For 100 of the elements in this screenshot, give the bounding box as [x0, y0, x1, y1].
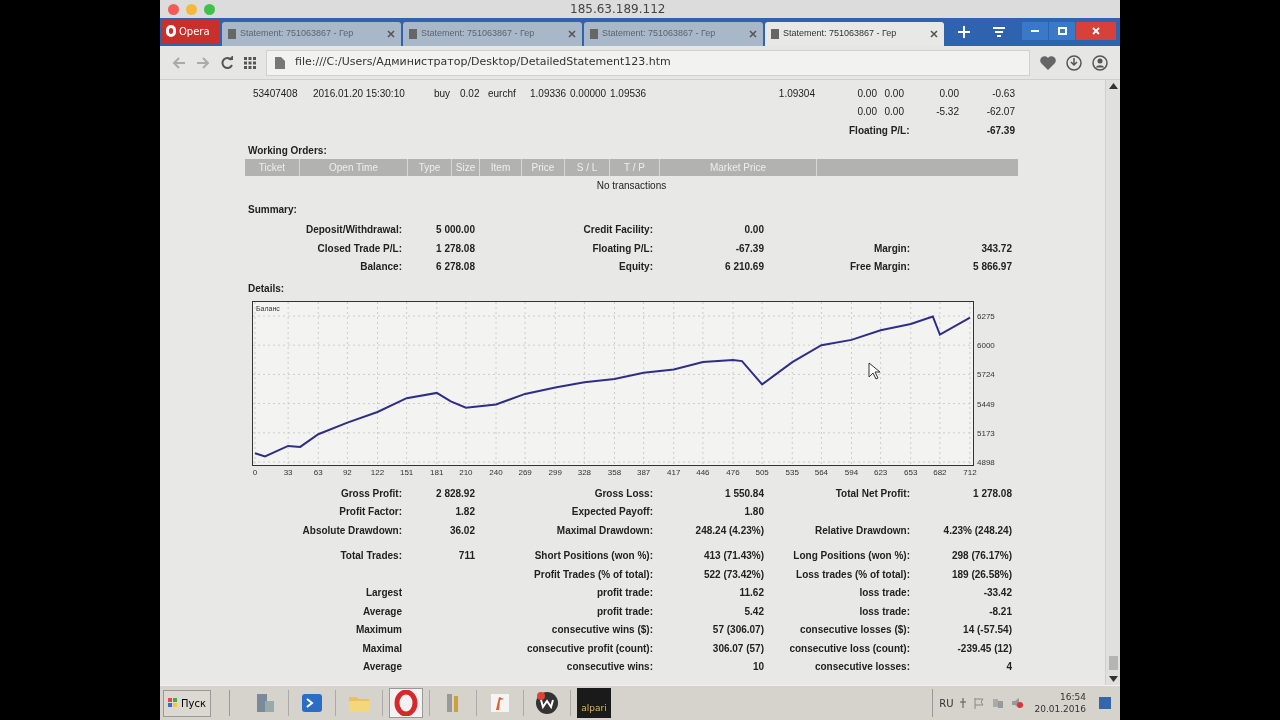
- tab-title: Statement: 751063867 - Гер: [602, 27, 717, 41]
- grid-icon[interactable]: [244, 56, 256, 69]
- field-label: Deposit/Withdrawal:: [305, 224, 402, 236]
- field-value: 1.82: [455, 506, 475, 518]
- field-label: Profit Factor:: [339, 506, 402, 518]
- field-label: consecutive losses ($):: [799, 624, 910, 636]
- scroll-up-icon[interactable]: [1108, 83, 1118, 89]
- back-icon[interactable]: [172, 56, 186, 69]
- address-field[interactable]: file:///C:/Users/Администратор/Desktop/DetailedStatement123.htm: [266, 49, 1030, 76]
- close-icon[interactable]: [568, 30, 576, 38]
- field-value: -33.42: [983, 587, 1012, 599]
- axis-tick-label: 682: [933, 468, 947, 477]
- axis-tick-label: 653: [904, 468, 918, 477]
- axis-tick-label: 505: [755, 468, 769, 477]
- tab-menu-icon[interactable]: [993, 27, 1005, 37]
- axis-tick-label: 564: [814, 468, 829, 477]
- browser-tab[interactable]: Statement: 751063867 - Гер: [765, 22, 944, 46]
- tray-icon[interactable]: [960, 698, 967, 708]
- field-label: Margin:: [873, 242, 910, 254]
- start-button[interactable]: Пуск: [163, 689, 211, 717]
- scroll-down-icon[interactable]: [1108, 676, 1118, 682]
- axis-tick-label: 6000: [977, 341, 995, 351]
- field-value: 306.07 (57): [712, 642, 764, 654]
- field-value: 2 828.92: [436, 487, 475, 499]
- address-text: file:///C:/Users/Администратор/Desktop/DetailedStatement123.htm: [295, 54, 671, 71]
- axis-tick-label: 446: [696, 468, 710, 477]
- field-value: -8.21: [989, 605, 1012, 617]
- field-label: profit trade:: [596, 587, 653, 599]
- reload-icon[interactable]: [220, 55, 234, 70]
- table-cell-text: 2016.01.20 15:30:10: [312, 87, 405, 99]
- field-value: 36.02: [449, 524, 475, 536]
- language-indicator[interactable]: RU: [939, 695, 954, 711]
- field-label: Floating P/L:: [592, 242, 653, 254]
- field-label: Short Positions (won %):: [534, 550, 653, 562]
- flag-icon[interactable]: [973, 697, 986, 709]
- scrollbar[interactable]: [1105, 80, 1120, 685]
- close-icon[interactable]: [749, 30, 757, 38]
- close-light-icon[interactable]: [168, 3, 179, 15]
- account-icon[interactable]: [1092, 54, 1108, 71]
- axis-tick-label: 387: [636, 468, 651, 477]
- axis-tick-label: 535: [785, 468, 799, 477]
- table-cell: 0.00: [884, 106, 904, 118]
- axis-tick-label: 210: [459, 468, 473, 477]
- field-value: 1 278.08: [973, 487, 1012, 499]
- axis-tick-label: 417: [667, 468, 681, 477]
- field-label: profit trade:: [596, 605, 653, 617]
- opera-logo-icon: [166, 25, 176, 37]
- tab-title: Statement: 751063867 - Гер: [421, 27, 536, 41]
- scroll-thumb[interactable]: [1108, 656, 1118, 670]
- field-label: consecutive loss (count):: [789, 642, 910, 654]
- page-icon: [771, 29, 779, 39]
- floating-value: -67.39: [986, 124, 1015, 136]
- close-icon: [1092, 27, 1100, 35]
- table-cell-text: eurchf: [487, 87, 516, 99]
- axis-tick-label: 328: [577, 468, 592, 477]
- field-label: Closed Trade P/L:: [317, 242, 402, 254]
- tab-title: Statement: 751063867 - Гер: [783, 27, 898, 41]
- opera-menu-button[interactable]: Opera: [162, 19, 220, 43]
- field-label: Maximal: [362, 642, 402, 654]
- axis-tick-label: 623: [873, 468, 888, 477]
- floating-label: Floating P/L:: [849, 124, 910, 136]
- table-cell: 0.00: [857, 87, 877, 99]
- field-label: Maximal Drawdown:: [556, 524, 653, 536]
- table-cell: 0.00: [857, 106, 877, 118]
- close-button[interactable]: [1076, 22, 1116, 40]
- axis-tick-label: 358: [607, 468, 622, 477]
- field-label: consecutive profit (count):: [526, 642, 653, 654]
- table-cell-text: 53407408: [252, 87, 298, 99]
- field-value: -239.45 (12): [957, 642, 1012, 654]
- browser-o-icon: [393, 690, 419, 716]
- heart-icon[interactable]: [1040, 55, 1056, 70]
- axis-tick-label: 5724: [977, 370, 995, 380]
- field-value: 5.42: [744, 605, 764, 617]
- close-icon[interactable]: [930, 30, 938, 38]
- download-icon[interactable]: [1066, 54, 1082, 71]
- w-app-icon: [534, 690, 560, 716]
- field-value: 5 866.97: [973, 261, 1012, 273]
- taskbar-app-button[interactable]: alpari: [577, 688, 611, 718]
- axis-tick-label: 5449: [977, 399, 995, 409]
- field-label: Gross Profit:: [340, 487, 402, 499]
- field-value: 189 (26.58%): [951, 568, 1012, 580]
- maximize-button[interactable]: [1049, 22, 1075, 40]
- axis-tick-label: 63: [313, 468, 323, 477]
- forward-icon[interactable]: [196, 56, 210, 69]
- field-label: loss trade:: [859, 605, 910, 617]
- axis-tick-label: 92: [342, 468, 352, 477]
- field-label: consecutive wins ($):: [551, 624, 653, 636]
- field-label: Total Net Profit:: [835, 487, 910, 499]
- new-tab-icon[interactable]: [958, 26, 970, 38]
- field-value: 248.24 (4.23%): [695, 524, 764, 536]
- page-icon: [228, 29, 236, 39]
- minimize-button[interactable]: [1022, 22, 1048, 40]
- flame-app-icon: [488, 691, 512, 715]
- close-icon[interactable]: [387, 30, 395, 38]
- cursor-icon: [868, 362, 880, 380]
- tab-title: Statement: 751063867 - Гер: [240, 27, 355, 41]
- volume-icon[interactable]: [1011, 697, 1024, 709]
- network-icon[interactable]: [992, 697, 1005, 709]
- clock[interactable]: 16:54 20.01.2016: [1034, 691, 1086, 715]
- table-cell-text: 0.02: [459, 87, 480, 99]
